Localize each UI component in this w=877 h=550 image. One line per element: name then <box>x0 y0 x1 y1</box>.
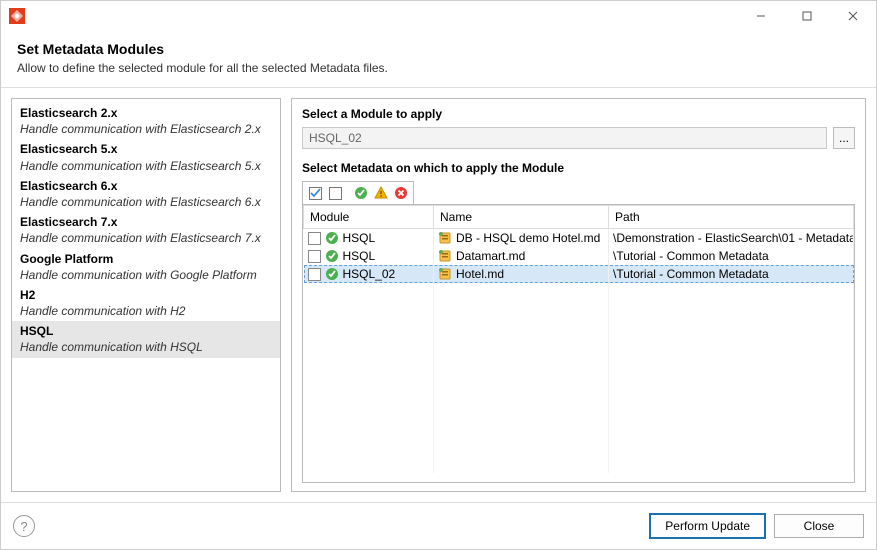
apply-panel: Select a Module to apply ... Select Meta… <box>291 98 866 492</box>
module-list-item[interactable]: HSQLHandle communication with HSQL <box>12 321 280 357</box>
minimize-button[interactable] <box>738 1 784 31</box>
table-row[interactable]: HSQL DB - HSQL demo Hotel.md \Demonstratio… <box>304 229 854 248</box>
metadata-file-icon <box>438 267 452 281</box>
module-list[interactable]: Elasticsearch 2.xHandle communication wi… <box>11 98 281 492</box>
dialog-footer: ? Perform Update Close <box>1 502 876 549</box>
uncheck-all-button[interactable] <box>325 184 345 202</box>
module-list-item[interactable]: Elasticsearch 2.xHandle communication wi… <box>12 103 280 139</box>
row-checkbox[interactable] <box>308 232 321 245</box>
dialog-subtitle: Allow to define the selected module for … <box>17 61 860 75</box>
filter-ok-button[interactable] <box>351 184 371 202</box>
module-item-title: Google Platform <box>20 251 272 267</box>
row-checkbox[interactable] <box>308 268 321 281</box>
filter-warning-button[interactable] <box>371 184 391 202</box>
metadata-table[interactable]: Module Name Path HSQL DB - HSQL demo Hote… <box>302 204 855 483</box>
module-item-description: Handle communication with Elasticsearch … <box>20 121 272 137</box>
module-item-description: Handle communication with Elasticsearch … <box>20 230 272 246</box>
column-header-module[interactable]: Module <box>304 206 434 229</box>
module-item-title: Elasticsearch 5.x <box>20 141 272 157</box>
metadata-file-icon <box>438 249 452 263</box>
app-icon <box>9 8 25 24</box>
module-list-item[interactable]: Elasticsearch 5.xHandle communication wi… <box>12 139 280 175</box>
module-item-description: Handle communication with H2 <box>20 303 272 319</box>
module-to-apply-input[interactable] <box>302 127 827 149</box>
column-header-path[interactable]: Path <box>609 206 854 229</box>
status-ok-icon <box>325 267 339 281</box>
filter-error-button[interactable] <box>391 184 411 202</box>
perform-update-button[interactable]: Perform Update <box>649 513 766 539</box>
module-list-item[interactable]: Google PlatformHandle communication with… <box>12 249 280 285</box>
module-item-title: H2 <box>20 287 272 303</box>
dialog-title: Set Metadata Modules <box>17 41 860 57</box>
dialog-header: Set Metadata Modules Allow to define the… <box>1 31 876 88</box>
close-window-button[interactable] <box>830 1 876 31</box>
table-row[interactable]: HSQL Datamart.md \Tutorial - Common Metada… <box>304 247 854 265</box>
metadata-label: Select Metadata on which to apply the Mo… <box>302 161 855 175</box>
module-list-item[interactable]: H2Handle communication with H2 <box>12 285 280 321</box>
help-button[interactable]: ? <box>13 515 35 537</box>
row-name-text: DB - HSQL demo Hotel.md <box>456 231 600 245</box>
module-item-description: Handle communication with HSQL <box>20 339 272 355</box>
column-header-name[interactable]: Name <box>434 206 609 229</box>
row-path-text: \Tutorial - Common Metadata <box>609 247 854 265</box>
status-ok-icon <box>325 231 339 245</box>
browse-module-button[interactable]: ... <box>833 127 855 149</box>
apply-label: Select a Module to apply <box>302 107 855 121</box>
row-module-text: HSQL_02 <box>343 267 396 281</box>
row-checkbox[interactable] <box>308 250 321 263</box>
titlebar <box>1 1 876 31</box>
row-path-text: \Tutorial - Common Metadata <box>609 265 854 283</box>
module-list-item[interactable]: Elasticsearch 6.xHandle communication wi… <box>12 176 280 212</box>
row-path-text: \Demonstration - ElasticSearch\01 - Meta… <box>609 229 854 248</box>
module-list-item[interactable]: Elasticsearch 7.xHandle communication wi… <box>12 212 280 248</box>
module-item-description: Handle communication with Elasticsearch … <box>20 194 272 210</box>
maximize-button[interactable] <box>784 1 830 31</box>
module-item-description: Handle communication with Google Platfor… <box>20 267 272 283</box>
module-item-title: HSQL <box>20 323 272 339</box>
row-name-text: Hotel.md <box>456 267 504 281</box>
table-row[interactable]: HSQL_02 Hotel.md \Tutorial - Common Metada… <box>304 265 854 283</box>
row-module-text: HSQL <box>343 249 376 263</box>
metadata-toolbar <box>302 181 414 204</box>
module-item-description: Handle communication with Elasticsearch … <box>20 158 272 174</box>
check-all-button[interactable] <box>305 184 325 202</box>
close-button[interactable]: Close <box>774 514 864 538</box>
module-item-title: Elasticsearch 2.x <box>20 105 272 121</box>
row-name-text: Datamart.md <box>456 249 525 263</box>
metadata-file-icon <box>438 231 452 245</box>
row-module-text: HSQL <box>343 231 376 245</box>
module-item-title: Elasticsearch 6.x <box>20 178 272 194</box>
status-ok-icon <box>325 249 339 263</box>
module-item-title: Elasticsearch 7.x <box>20 214 272 230</box>
